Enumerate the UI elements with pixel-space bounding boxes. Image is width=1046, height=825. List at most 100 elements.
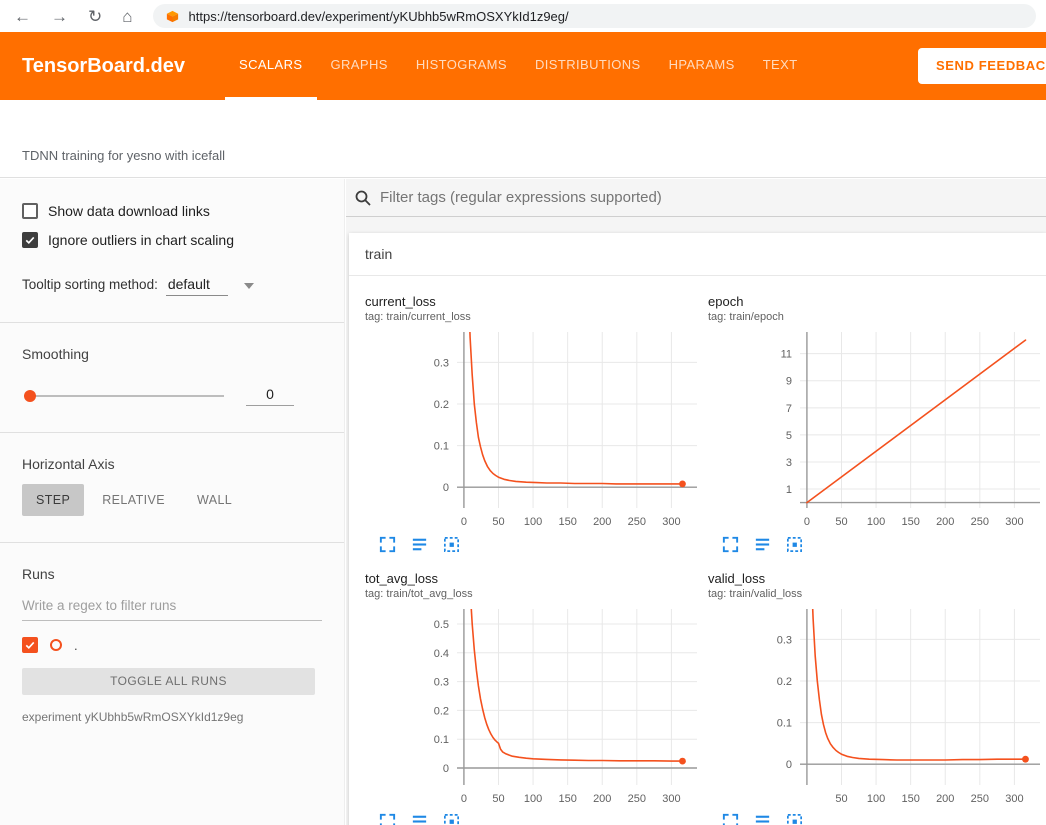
checkbox-label: Show data download links: [48, 203, 210, 219]
tab-distributions[interactable]: DISTRIBUTIONS: [521, 32, 655, 100]
axis-relative-button[interactable]: RELATIVE: [88, 484, 179, 516]
tag-filter-row: [346, 179, 1046, 217]
svg-text:100: 100: [867, 793, 885, 805]
svg-text:50: 50: [492, 793, 504, 805]
svg-text:9: 9: [786, 376, 792, 388]
show-download-links-checkbox[interactable]: Show data download links: [22, 203, 322, 219]
tag-filter-input[interactable]: [380, 189, 1046, 206]
checkbox-unchecked-icon[interactable]: [22, 203, 38, 219]
horizontal-axis-buttons: STEP RELATIVE WALL: [22, 484, 322, 516]
runs-selector-icon[interactable]: [410, 535, 429, 554]
line-chart[interactable]: 05010015020025030000.10.20.30.40.5: [409, 603, 699, 809]
smoothing-slider[interactable]: [26, 395, 224, 397]
line-chart[interactable]: 0501001502002503001357911: [752, 326, 1042, 532]
svg-text:0.2: 0.2: [434, 705, 449, 717]
chart-tag: tag: train/epoch: [708, 311, 1042, 323]
expand-icon[interactable]: [721, 812, 740, 825]
runs-selector-icon[interactable]: [753, 535, 772, 554]
svg-text:50: 50: [835, 793, 847, 805]
svg-text:0.3: 0.3: [777, 634, 792, 646]
url-text: https://tensorboard.dev/experiment/yKUbh…: [189, 9, 569, 24]
tooltip-sorting-row: Tooltip sorting method: default: [22, 276, 322, 296]
chart-tag: tag: train/current_loss: [365, 311, 699, 323]
run-name: .: [74, 638, 78, 653]
expand-icon[interactable]: [378, 812, 397, 825]
svg-text:200: 200: [593, 516, 611, 528]
svg-text:0.5: 0.5: [434, 619, 449, 631]
svg-text:0.3: 0.3: [434, 677, 449, 689]
home-icon[interactable]: ⌂: [122, 8, 132, 25]
reload-icon[interactable]: ↻: [88, 8, 102, 25]
chart-title: current_loss: [365, 294, 699, 309]
run-list-item[interactable]: .: [22, 637, 322, 653]
svg-text:150: 150: [901, 793, 919, 805]
experiment-title: TDNN training for yesno with icefall: [22, 148, 225, 163]
forward-icon[interactable]: →: [51, 8, 68, 25]
svg-text:300: 300: [1005, 516, 1023, 528]
tab-hparams[interactable]: HPARAMS: [655, 32, 749, 100]
svg-text:11: 11: [781, 349, 792, 361]
chart-toolbar: [721, 812, 1042, 825]
svg-text:150: 150: [558, 516, 576, 528]
smoothing-value-input[interactable]: 0: [246, 386, 294, 406]
line-chart[interactable]: 05010015020025030000.10.20.3: [409, 326, 699, 532]
experiment-bar: TDNN training for yesno with icefall: [0, 100, 1046, 178]
toggle-all-runs-button[interactable]: TOGGLE ALL RUNS: [22, 668, 315, 695]
expand-icon[interactable]: [721, 535, 740, 554]
fit-domain-icon[interactable]: [442, 812, 461, 825]
svg-text:0: 0: [804, 516, 810, 528]
horizontal-axis-label: Horizontal Axis: [22, 456, 322, 472]
runs-regex-input[interactable]: [22, 592, 322, 621]
tab-histograms[interactable]: HISTOGRAMS: [402, 32, 521, 100]
svg-text:300: 300: [1005, 793, 1023, 805]
back-icon[interactable]: ←: [14, 8, 31, 25]
ignore-outliers-checkbox[interactable]: Ignore outliers in chart scaling: [22, 232, 322, 248]
checkbox-checked-icon[interactable]: [22, 232, 38, 248]
address-bar[interactable]: https://tensorboard.dev/experiment/yKUbh…: [153, 4, 1036, 28]
send-feedback-button[interactable]: SEND FEEDBACK: [918, 48, 1046, 84]
svg-text:0.2: 0.2: [777, 676, 792, 688]
run-checkbox-checked-icon[interactable]: [22, 637, 38, 653]
svg-text:1: 1: [786, 484, 792, 496]
expand-icon[interactable]: [378, 535, 397, 554]
runs-selector-icon[interactable]: [753, 812, 772, 825]
tab-graphs[interactable]: GRAPHS: [317, 32, 402, 100]
tooltip-sorting-value[interactable]: default: [166, 276, 228, 296]
settings-sidebar: Show data download links Ignore outliers…: [0, 179, 345, 825]
slider-thumb[interactable]: [24, 390, 36, 402]
svg-text:250: 250: [971, 793, 989, 805]
nav-tabs: SCALARS GRAPHS HISTOGRAMS DISTRIBUTIONS …: [225, 32, 812, 100]
svg-text:0.4: 0.4: [434, 648, 449, 660]
svg-text:50: 50: [835, 516, 847, 528]
chart-title: valid_loss: [708, 571, 1042, 586]
brand-logo[interactable]: TensorBoard.dev: [22, 55, 185, 78]
charts-grid: current_loss tag: train/current_loss 0 50…: [349, 276, 1046, 825]
chart-card-tot-avg-loss: tot_avg_loss tag: train/tot_avg_loss 050…: [363, 571, 699, 825]
divider: [0, 432, 344, 433]
svg-text:100: 100: [524, 516, 542, 528]
divider: [0, 322, 344, 323]
tab-text[interactable]: TEXT: [749, 32, 812, 100]
svg-text:300: 300: [662, 516, 680, 528]
tag-group-header[interactable]: train: [349, 233, 1046, 276]
tab-scalars[interactable]: SCALARS: [225, 32, 317, 100]
chart-toolbar: [378, 812, 699, 825]
svg-text:0.2: 0.2: [434, 399, 449, 411]
checkbox-label: Ignore outliers in chart scaling: [48, 232, 234, 248]
svg-text:0.1: 0.1: [434, 734, 449, 746]
axis-step-button[interactable]: STEP: [22, 484, 84, 516]
fit-domain-icon[interactable]: [785, 812, 804, 825]
line-chart[interactable]: 5010015020025030000.10.20.3: [752, 603, 1042, 809]
fit-domain-icon[interactable]: [442, 535, 461, 554]
runs-selector-icon[interactable]: [410, 812, 429, 825]
svg-text:0: 0: [461, 516, 467, 528]
axis-wall-button[interactable]: WALL: [183, 484, 246, 516]
smoothing-slider-row: 0: [22, 386, 322, 406]
fit-domain-icon[interactable]: [785, 535, 804, 554]
tooltip-sorting-select[interactable]: default: [166, 276, 254, 296]
svg-text:250: 250: [628, 793, 646, 805]
svg-text:150: 150: [901, 516, 919, 528]
svg-text:200: 200: [593, 793, 611, 805]
browser-chrome: ← → ↻ ⌂ https://tensorboard.dev/experime…: [0, 0, 1046, 32]
experiment-id-label: experiment yKUbhb5wRmOSXYkId1z9eg: [22, 710, 322, 724]
